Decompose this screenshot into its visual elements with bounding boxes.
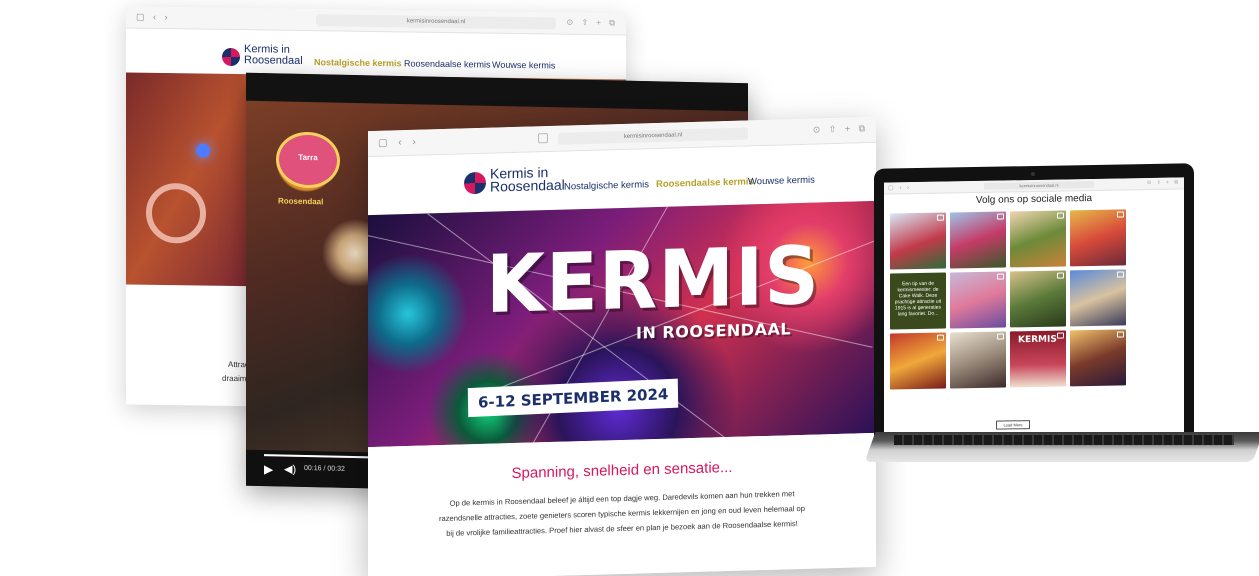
camera-icon (1057, 272, 1064, 279)
ride-ring (146, 182, 206, 244)
intro-heading: Spanning, snelheid en sensatie... (511, 458, 733, 483)
sign-line2: Roosendaal (278, 196, 324, 207)
social-post[interactable] (1010, 210, 1066, 268)
social-grid: Een tip van de kermismeester: de Cake Wa… (890, 208, 1184, 390)
nav-nostalgische[interactable]: Nostalgische kermis (564, 179, 649, 192)
camera-icon (1117, 211, 1124, 218)
logo-icon[interactable] (464, 171, 486, 195)
camera-icon (997, 213, 1004, 220)
social-post[interactable] (890, 332, 946, 390)
hero-title: KERMIS (486, 228, 820, 332)
address-bar[interactable]: kermisinroosendaal.nl (558, 127, 748, 145)
logo-icon[interactable] (222, 47, 240, 67)
lamp-light (196, 143, 210, 158)
address-bar[interactable]: kermisinroosendaal.nl (316, 14, 556, 30)
intro-section: Spanning, snelheid en sensatie... Op de … (368, 432, 876, 576)
sidebar-nav-icon[interactable]: ▢ ‹ › (378, 137, 420, 149)
play-icon[interactable]: ▶ (264, 462, 273, 476)
laptop-screen: ▢ ‹ › kermisinroosendaal.nl ⊙ ⇧ + ⧉ Volg… (884, 177, 1184, 443)
tab-icon[interactable] (538, 133, 548, 144)
social-post[interactable] (1010, 270, 1066, 328)
address-bar[interactable]: kermisinroosendaal.nl (984, 180, 1094, 190)
nav-wouwse[interactable]: Wouwse kermis (492, 60, 555, 71)
site-header: Kermis in Roosendaal Nostalgische kermis… (126, 29, 626, 80)
social-post[interactable] (950, 271, 1006, 329)
nav-roosendaalse[interactable]: Roosendaalse kermis (656, 176, 754, 190)
site-logo[interactable]: Kermis in Roosendaal (490, 164, 574, 195)
laptop-lid: ▢ ‹ › kermisinroosendaal.nl ⊙ ⇧ + ⧉ Volg… (874, 163, 1194, 449)
intro-paragraph: Op de kermis in Roosendaal beleef je ált… (439, 489, 805, 538)
camera-icon (997, 273, 1004, 280)
social-post[interactable]: KERMIS (1010, 330, 1066, 388)
share-icon[interactable]: ⊙ ⇧ + ⧉ (1147, 179, 1180, 186)
social-post[interactable] (950, 211, 1006, 269)
logo-line2: Roosendaal (490, 176, 565, 195)
sidebar-nav-icon[interactable]: ▢ ‹ › (888, 184, 911, 191)
logo-line2: Roosendaal (244, 54, 303, 67)
camera-icon (937, 334, 944, 341)
kermis-tile-title: KERMIS (1018, 334, 1057, 346)
mockup-stage: ▢ ‹ › kermisinroosendaal.nl ⊙ ⇧ + ⧉ Kerm… (0, 0, 1259, 576)
camera-icon (1057, 332, 1064, 339)
site-logo[interactable]: Kermis in Roosendaal (244, 43, 324, 67)
front-browser-window: ▢ ‹ › kermisinroosendaal.nl ⊙ ⇧ + ⧉ Kerm… (368, 116, 876, 576)
caption-text-2: draaim (222, 373, 247, 384)
hero-subtitle: IN ROOSENDAAL (636, 319, 792, 343)
camera-icon (1057, 212, 1064, 219)
nav-wouwse[interactable]: Wouwse kermis (748, 175, 815, 188)
social-post[interactable] (890, 212, 946, 270)
load-more-button[interactable]: Load More (996, 420, 1030, 430)
share-icon[interactable]: ⊙ ⇧ + ⧉ (813, 123, 868, 136)
social-post[interactable] (1070, 269, 1126, 327)
kermis-sign: Tarra (276, 131, 340, 189)
video-time: 00:16 / 00:32 (304, 464, 345, 473)
hero-banner: KERMIS IN ROOSENDAAL 6-12 SEPTEMBER 2024 (368, 200, 876, 448)
share-icon[interactable]: ⊙ ⇧ + ⧉ (567, 18, 618, 29)
laptop-mockup: ▢ ‹ › kermisinroosendaal.nl ⊙ ⇧ + ⧉ Volg… (864, 163, 1259, 466)
post-caption: Een tip van de kermismeester: de Cake Wa… (894, 280, 942, 318)
nav-roosendaalse[interactable]: Roosendaalse kermis (404, 58, 491, 69)
social-post-text[interactable]: Een tip van de kermismeester: de Cake Wa… (890, 272, 946, 330)
social-post[interactable] (1070, 329, 1126, 387)
camera-icon (1117, 271, 1124, 278)
keyboard-keys (894, 435, 1234, 445)
social-post[interactable] (1070, 209, 1126, 267)
hero-date: 6-12 SEPTEMBER 2024 (467, 378, 679, 418)
camera-icon (1117, 331, 1124, 338)
nav-nostalgische[interactable]: Nostalgische kermis (314, 57, 402, 68)
social-post[interactable] (950, 331, 1006, 389)
camera-icon (1031, 171, 1035, 177)
volume-icon[interactable]: ◀) (284, 463, 296, 476)
sidebar-nav-icon[interactable]: ▢ ‹ › (136, 12, 171, 23)
sign-line1: Tarra (298, 152, 318, 163)
camera-icon (937, 214, 944, 221)
camera-icon (997, 333, 1004, 340)
